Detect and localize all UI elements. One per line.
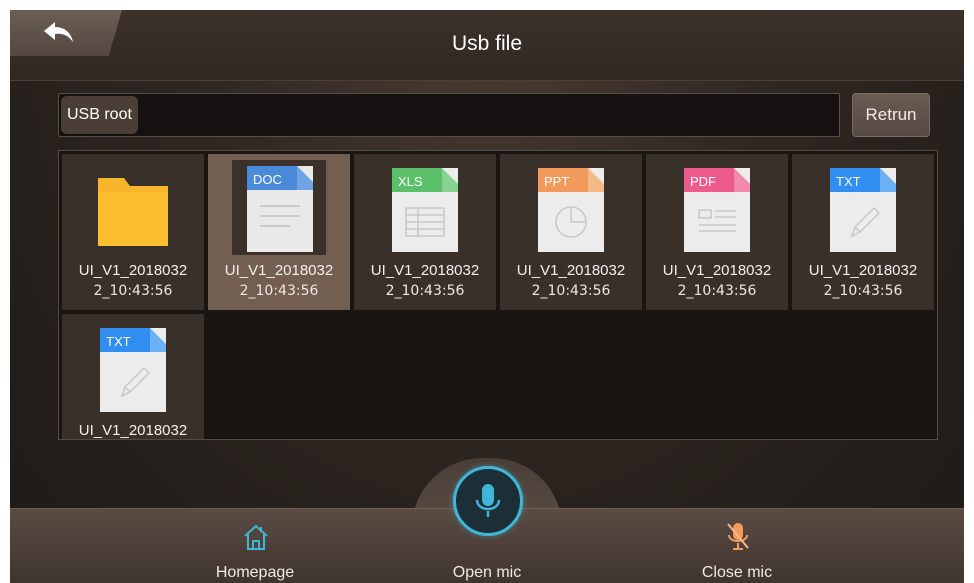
- return-button[interactable]: Retrun: [852, 93, 930, 137]
- file-time: 2_10:43:56: [677, 283, 757, 299]
- page-title: Usb file: [451, 32, 523, 55]
- file-badge: TXT: [106, 334, 131, 349]
- breadcrumb-usb-root[interactable]: USB root: [61, 96, 138, 134]
- file-item[interactable]: XLS UI_V1_2018032 2_10:43:56: [354, 154, 496, 310]
- close-mic-button[interactable]: Close mic: [657, 509, 817, 583]
- pdf-file-icon: PDF: [678, 164, 756, 252]
- txt-file-icon: TXT: [94, 324, 172, 412]
- file-name: UI_V1_2018032: [78, 422, 188, 439]
- file-badge: PPT: [544, 174, 569, 189]
- path-bar: USB root: [58, 93, 840, 137]
- file-badge: PDF: [690, 174, 716, 189]
- folder-icon: [94, 164, 172, 252]
- file-name: UI_V1_2018032: [808, 262, 918, 279]
- file-badge: XLS: [398, 174, 423, 189]
- doc-file-icon: DOC: [232, 160, 326, 255]
- file-item[interactable]: TXT UI_V1_2018032 2_10:43:56: [792, 154, 934, 310]
- homepage-button[interactable]: Homepage: [175, 509, 335, 583]
- mic-off-icon: [727, 523, 749, 550]
- ppt-file-icon: PPT: [532, 164, 610, 252]
- file-name: UI_V1_2018032: [662, 262, 772, 279]
- device-screen: Usb file USB root Retrun UI_V1_2018032 2…: [10, 10, 964, 583]
- file-name: UI_V1_2018032: [516, 262, 626, 279]
- file-time: 2_10:43:56: [385, 283, 465, 299]
- file-grid: UI_V1_2018032 2_10:43:56 DOC UI_V1_20180…: [58, 150, 938, 440]
- file-name: UI_V1_2018032: [224, 262, 334, 279]
- file-item[interactable]: PDF UI_V1_2018032 2_10:43:56: [646, 154, 788, 310]
- open-mic-label: Open mic: [452, 564, 522, 581]
- file-badge: TXT: [836, 174, 861, 189]
- file-item[interactable]: UI_V1_2018032 2_10:43:56: [62, 154, 204, 310]
- file-badge: DOC: [253, 172, 282, 187]
- file-item[interactable]: DOC UI_V1_2018032 2_10:43:56: [208, 154, 350, 310]
- file-item[interactable]: TXT UI_V1_2018032: [62, 314, 204, 439]
- microphone-icon: [475, 484, 501, 517]
- close-mic-label: Close mic: [701, 564, 773, 581]
- xls-file-icon: XLS: [386, 164, 464, 252]
- file-time: 2_10:43:56: [823, 283, 903, 299]
- file-time: 2_10:43:56: [531, 283, 611, 299]
- file-time: 2_10:43:56: [93, 283, 173, 299]
- mic-button[interactable]: [453, 466, 523, 536]
- file-time: 2_10:43:56: [239, 283, 319, 299]
- title-bar: Usb file: [10, 10, 964, 81]
- home-icon: [244, 524, 268, 550]
- txt-file-icon: TXT: [824, 164, 902, 252]
- file-item[interactable]: PPT UI_V1_2018032 2_10:43:56: [500, 154, 642, 310]
- homepage-label: Homepage: [215, 564, 295, 581]
- file-name: UI_V1_2018032: [370, 262, 480, 279]
- file-name: UI_V1_2018032: [78, 262, 188, 279]
